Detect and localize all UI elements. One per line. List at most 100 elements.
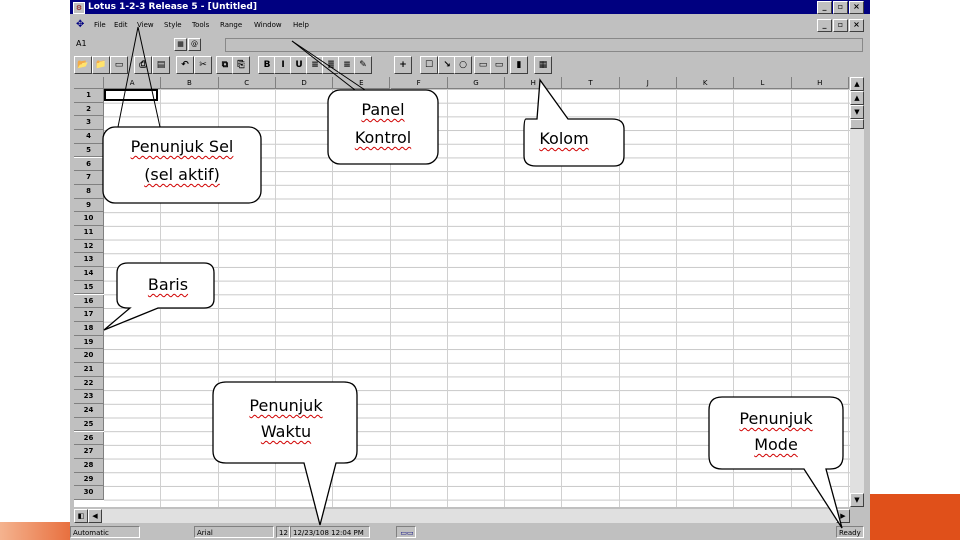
row-header[interactable]: 20	[74, 349, 104, 363]
app-icon[interactable]: ⚙	[73, 2, 85, 14]
menu-help[interactable]: Help	[293, 17, 309, 33]
status-mail-icon: ▭▭	[400, 529, 414, 537]
column-header[interactable]: F	[390, 77, 448, 89]
callout-penunjuk-sel-line1: Penunjuk Sel	[130, 137, 234, 156]
open-icon[interactable]: 📂	[74, 56, 92, 74]
doc-restore-button[interactable]: ▫	[833, 19, 848, 32]
column-header[interactable]: D	[275, 77, 334, 89]
menu-view[interactable]: View	[137, 17, 154, 33]
column-header[interactable]: E	[333, 77, 391, 89]
menu-window[interactable]: Window	[254, 17, 282, 33]
row-header[interactable]: 1	[74, 89, 104, 103]
row-header[interactable]: 21	[74, 363, 104, 377]
row-header[interactable]: 8	[74, 184, 104, 199]
callout-penunjuk-waktu-line1: Penunjuk	[249, 396, 323, 415]
row-header[interactable]: 23	[74, 390, 104, 405]
document-control-icon[interactable]: ✥	[76, 20, 86, 30]
column-header[interactable]: H	[791, 77, 849, 89]
column-header[interactable]: A	[104, 77, 162, 89]
chart-icon[interactable]: ▮	[510, 56, 528, 74]
minimize-button[interactable]: _	[817, 1, 832, 14]
row-header[interactable]: 22	[74, 376, 104, 391]
row-header[interactable]: 4	[74, 130, 104, 144]
row-header[interactable]: 27	[74, 445, 104, 459]
close-button[interactable]: ×	[849, 1, 864, 14]
scroll-down-fast-icon[interactable]: ▼	[850, 105, 864, 119]
column-header[interactable]: J	[619, 77, 677, 89]
undo-icon[interactable]: ↶	[176, 56, 194, 74]
callout-penunjuk-sel-line2: (sel aktif)	[144, 165, 220, 184]
menu-edit[interactable]: Edit	[114, 17, 128, 33]
function-icon[interactable]: @	[188, 38, 201, 51]
menu-style[interactable]: Style	[164, 17, 182, 33]
doc-minimize-button[interactable]: _	[817, 19, 832, 32]
status-icons[interactable]: ▭▭	[396, 526, 416, 538]
split-icon[interactable]: ◧	[74, 509, 88, 523]
print-icon[interactable]: ⎙	[134, 56, 152, 74]
row-header[interactable]: 29	[74, 472, 104, 487]
smarticon-icon[interactable]: ▦	[534, 56, 552, 74]
row-header[interactable]: 9	[74, 198, 104, 213]
column-header[interactable]: B	[161, 77, 219, 89]
row-header[interactable]: 12	[74, 239, 104, 254]
status-automatic[interactable]: Automatic	[70, 526, 140, 538]
scroll-left-icon[interactable]: ◀	[88, 509, 102, 523]
column-header[interactable]: C	[218, 77, 276, 89]
row-header[interactable]: 30	[74, 486, 104, 500]
cut-icon[interactable]: ✂	[194, 56, 212, 74]
column-header[interactable]: K	[677, 77, 735, 89]
callout-penunjuk-mode: Penunjuk Mode	[708, 396, 848, 530]
row-header[interactable]: 11	[74, 226, 104, 240]
title-bar: ⚙ Lotus 1-2-3 Release 5 - [Untitled] _ ▫…	[70, 0, 870, 14]
active-cell[interactable]	[104, 89, 158, 101]
box-icon[interactable]: ☐	[420, 56, 438, 74]
row-header[interactable]: 24	[74, 404, 104, 418]
paste-icon[interactable]: ⎘	[232, 56, 250, 74]
left-orange-bar	[0, 522, 70, 540]
callout-baris-text: Baris	[147, 275, 189, 294]
scroll-down-icon[interactable]: ▼	[850, 493, 864, 507]
preview-icon[interactable]: ▤	[152, 56, 170, 74]
navigator-icon[interactable]: ▦	[174, 38, 187, 51]
maximize-button[interactable]: ▫	[833, 1, 848, 14]
callout-kolom-text: Kolom	[539, 129, 589, 148]
menu-bar: ✥ File Edit View Style Tools Range Windo…	[70, 17, 870, 33]
row-header[interactable]: 25	[74, 417, 104, 432]
menu-range[interactable]: Range	[220, 17, 242, 33]
row-header[interactable]: 6	[74, 157, 104, 172]
text-icon[interactable]: ▭	[490, 56, 508, 74]
sum-icon[interactable]: +	[394, 56, 412, 74]
style-icon[interactable]: ✎	[354, 56, 372, 74]
column-header[interactable]: L	[734, 77, 792, 89]
row-header[interactable]: 28	[74, 458, 104, 473]
row-header[interactable]: 7	[74, 171, 104, 185]
column-header-row: ABCDEFGHTJKLH	[74, 77, 850, 89]
row-header[interactable]: 26	[74, 431, 104, 446]
row-header[interactable]: 19	[74, 335, 104, 350]
smarticons-toolbar: 📂 📁 ▭ ⎙ ▤ ↶ ✂ ⧉ ⎘ B I U ≡ ≣ ≡ ✎ + ☐ ↘ ○ ▭ ▭ ▮ ▦	[70, 55, 870, 75]
menu-file[interactable]: File	[94, 17, 106, 33]
select-all-corner[interactable]	[74, 77, 104, 89]
callout-penunjuk-sel: Penunjuk Sel (sel aktif)	[102, 126, 262, 204]
row-header[interactable]: 5	[74, 143, 104, 158]
callout-penunjuk-waktu: Penunjuk Waktu	[212, 381, 360, 529]
row-header[interactable]: 2	[74, 102, 104, 117]
open-file-icon[interactable]: 📁	[92, 56, 110, 74]
cell-reference[interactable]: A1	[74, 38, 166, 50]
save-icon[interactable]: ▭	[110, 56, 128, 74]
doc-close-button[interactable]: ×	[849, 19, 864, 32]
scroll-thumb[interactable]	[850, 119, 864, 129]
row-header[interactable]: 10	[74, 212, 104, 226]
scroll-up-icon[interactable]: ▲	[850, 77, 864, 91]
callout-panel-kontrol: Panel Kontrol	[327, 89, 439, 165]
column-gridline	[847, 89, 849, 507]
column-header[interactable]: G	[447, 77, 506, 89]
row-header[interactable]: 3	[74, 116, 104, 131]
callout-kolom-shape	[523, 78, 625, 167]
contents-box[interactable]	[225, 38, 863, 52]
ellipse-icon[interactable]: ○	[454, 56, 472, 74]
menu-tools[interactable]: Tools	[192, 17, 209, 33]
scroll-up-fast-icon[interactable]: ▲	[850, 91, 864, 105]
callout-panel-kontrol-line2: Kontrol	[354, 128, 412, 147]
vertical-scrollbar[interactable]: ▲ ▲ ▼ ▼	[850, 77, 864, 507]
